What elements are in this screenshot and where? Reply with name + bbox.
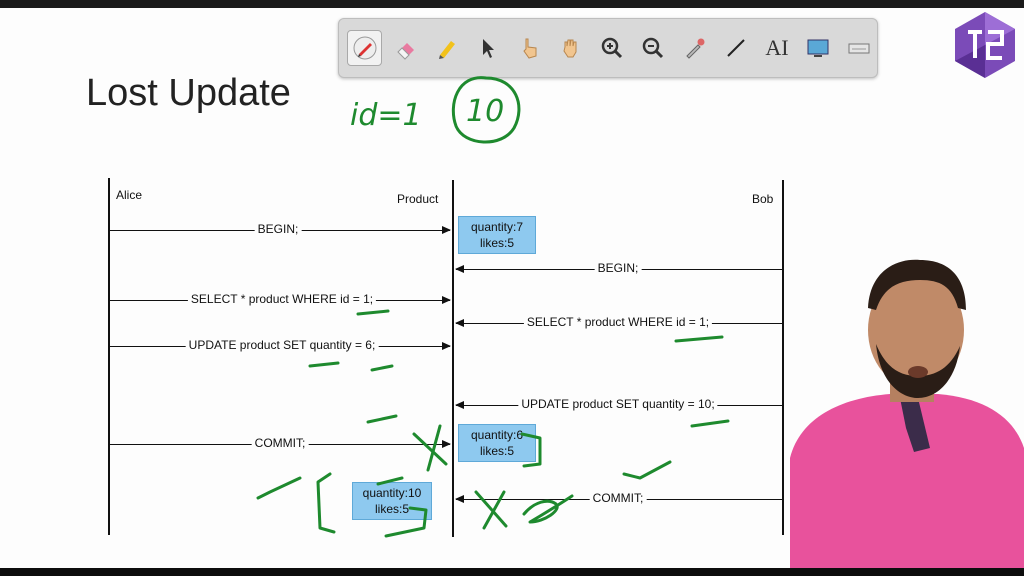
alice-begin-message: BEGIN; xyxy=(110,222,451,236)
handwritten-id-note: id=1 xyxy=(350,98,422,133)
message-label: UPDATE product SET quantity = 6; xyxy=(185,338,379,352)
bottom-border xyxy=(0,568,1024,576)
ink-underline xyxy=(690,419,730,428)
hand-pointer-tool-button[interactable] xyxy=(512,30,547,66)
hand-pointer-icon xyxy=(522,38,537,59)
pointer-tool-button[interactable] xyxy=(471,30,506,66)
zoom-out-tool-button[interactable] xyxy=(636,30,671,66)
screen-tool-button[interactable] xyxy=(801,30,836,66)
hand-pan-tool-button[interactable] xyxy=(553,30,588,66)
state-likes: likes:5 xyxy=(374,502,409,516)
alice-select-message: SELECT * product WHERE id = 1; xyxy=(110,292,451,306)
text-tool-button[interactable]: AI xyxy=(759,30,794,66)
state-quantity: quantity:10 xyxy=(362,486,422,500)
ink-bracket xyxy=(316,472,336,534)
message-label: COMMIT; xyxy=(589,491,647,505)
ink-underline xyxy=(370,364,394,372)
channel-logo xyxy=(955,12,1015,78)
product-state-box: quantity:7 likes:5 xyxy=(458,216,536,254)
slide-title: Lost Update xyxy=(86,72,291,114)
message-label: SELECT * product WHERE id = 1; xyxy=(523,315,713,329)
line-tool-button[interactable] xyxy=(718,30,753,66)
ink-underline xyxy=(308,361,340,368)
message-label: UPDATE product SET quantity = 10; xyxy=(518,397,718,411)
text-tool-label: AI xyxy=(765,35,789,60)
line-icon xyxy=(727,39,745,57)
keyboard-icon xyxy=(848,43,870,54)
ink-underline xyxy=(356,309,390,316)
arrow-cursor-icon xyxy=(483,39,495,58)
message-label: BEGIN; xyxy=(254,222,302,236)
bob-commit-message: COMMIT; xyxy=(455,491,782,505)
pen-tool-button[interactable] xyxy=(347,30,383,66)
bob-label: Bob xyxy=(752,192,774,206)
handwritten-value-note: 10 xyxy=(466,94,505,129)
pen-icon xyxy=(353,36,377,60)
ink-cross xyxy=(412,432,448,466)
bob-lifeline xyxy=(782,180,784,535)
alice-update-message: UPDATE product SET quantity = 6; xyxy=(110,338,451,352)
zoom-in-icon xyxy=(601,37,623,59)
slide-canvas: AI Lost Update Alice Product Bob BEGIN; … xyxy=(0,8,1024,568)
highlighter-tool-button[interactable] xyxy=(430,30,465,66)
presenter-webcam-image xyxy=(790,259,1024,568)
ink-underline xyxy=(674,335,724,343)
alice-label: Alice xyxy=(116,188,143,202)
eyedropper-icon xyxy=(685,38,705,59)
ink-check xyxy=(256,476,302,500)
bob-begin-message: BEGIN; xyxy=(455,261,782,275)
product-label: Product xyxy=(397,192,439,206)
state-likes: likes:5 xyxy=(479,236,514,250)
bob-update-message: UPDATE product SET quantity = 10; xyxy=(455,397,782,411)
zoom-in-tool-button[interactable] xyxy=(594,30,629,66)
ink-cross xyxy=(482,490,506,530)
annotation-toolbar: AI xyxy=(338,18,878,78)
eraser-icon xyxy=(397,43,414,60)
message-label: COMMIT; xyxy=(251,436,309,450)
state-quantity: quantity:7 xyxy=(470,220,524,234)
top-border xyxy=(0,0,1024,8)
state-quantity: quantity:6 xyxy=(470,428,524,442)
ink-cross xyxy=(474,490,508,528)
message-label: BEGIN; xyxy=(594,261,642,275)
eraser-tool-button[interactable] xyxy=(388,30,423,66)
product-lifeline xyxy=(452,180,454,537)
message-label: SELECT * product WHERE id = 1; xyxy=(187,292,377,306)
ink-underline xyxy=(366,414,398,424)
highlighter-icon xyxy=(439,41,456,59)
hand-pan-icon xyxy=(563,39,577,58)
alice-commit-message: COMMIT; xyxy=(110,436,451,450)
product-state-box: quantity:10 likes:5 xyxy=(352,482,432,520)
zoom-out-icon xyxy=(643,37,664,59)
color-picker-tool-button[interactable] xyxy=(677,30,712,66)
ink-check xyxy=(622,460,672,480)
screen-icon xyxy=(807,39,829,57)
bob-select-message: SELECT * product WHERE id = 1; xyxy=(455,315,782,329)
keyboard-tool-button[interactable] xyxy=(842,30,877,66)
state-likes: likes:5 xyxy=(479,444,514,458)
ink-cross xyxy=(426,424,442,472)
product-state-box: quantity:6 likes:5 xyxy=(458,424,536,462)
alice-lifeline xyxy=(108,178,110,535)
